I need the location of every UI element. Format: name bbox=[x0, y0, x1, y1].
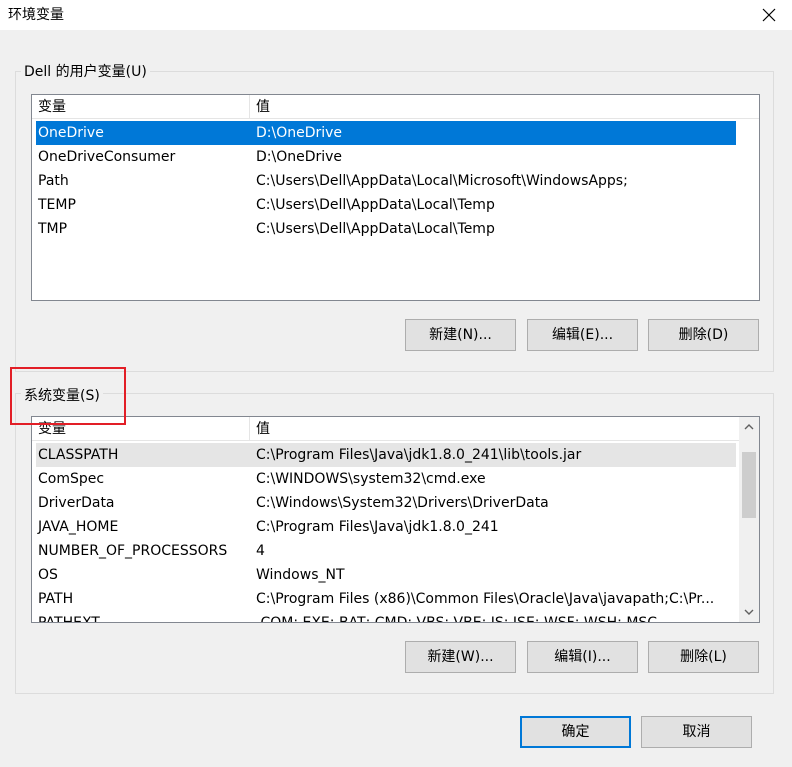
table-row[interactable]: TEMP C:\Users\Dell\AppData\Local\Temp bbox=[36, 193, 736, 217]
table-row[interactable]: ComSpec C:\WINDOWS\system32\cmd.exe bbox=[36, 467, 736, 491]
table-row[interactable]: OS Windows_NT bbox=[36, 563, 736, 587]
table-row[interactable]: OneDriveConsumer D:\OneDrive bbox=[36, 145, 736, 169]
user-edit-button[interactable]: 编辑(E)... bbox=[527, 319, 638, 351]
system-vars-list[interactable]: 变量 值 CLASSPATH C:\Program Files\Java\jdk1… bbox=[31, 416, 760, 623]
variable-value: C:\Windows\System32\Drivers\DriverData bbox=[256, 495, 549, 511]
variable-name: JAVA_HOME bbox=[38, 519, 119, 535]
chevron-up-icon bbox=[744, 424, 754, 430]
variable-value: C:\Users\Dell\AppData\Local\Temp bbox=[256, 197, 495, 213]
system-vars-header: 变量 值 bbox=[32, 417, 739, 441]
variable-value: .COM;.EXE;.BAT;.CMD;.VBS;.VBE;.JS;.JSE;.… bbox=[256, 615, 658, 623]
close-button[interactable] bbox=[746, 0, 792, 30]
system-edit-button[interactable]: 编辑(I)... bbox=[527, 641, 638, 673]
variable-name: PATHEXT bbox=[38, 615, 100, 623]
table-row[interactable]: JAVA_HOME C:\Program Files\Java\jdk1.8.0_… bbox=[36, 515, 736, 539]
variable-name: OS bbox=[38, 567, 58, 583]
user-vars-group-label: Dell 的用户变量(U) bbox=[21, 61, 150, 81]
column-header-variable[interactable]: 变量 bbox=[32, 95, 66, 119]
user-vars-header: 变量 值 bbox=[32, 95, 759, 119]
variable-value: C:\Users\Dell\AppData\Local\Temp bbox=[256, 221, 495, 237]
table-row[interactable]: Path C:\Users\Dell\AppData\Local\Microsof… bbox=[36, 169, 736, 193]
variable-value: D:\OneDrive bbox=[256, 125, 343, 141]
user-new-button[interactable]: 新建(N)... bbox=[405, 319, 516, 351]
table-row[interactable]: CLASSPATH C:\Program Files\Java\jdk1.8.0_… bbox=[36, 443, 736, 467]
variable-value: 4 bbox=[256, 543, 265, 559]
variable-name: OneDriveConsumer bbox=[38, 149, 176, 165]
user-delete-button[interactable]: 删除(D) bbox=[648, 319, 759, 351]
scroll-thumb[interactable] bbox=[742, 452, 756, 518]
column-header-value[interactable]: 值 bbox=[250, 417, 270, 441]
variable-value: C:\Program Files\Java\jdk1.8.0_241 bbox=[256, 519, 499, 535]
variable-name: TEMP bbox=[38, 197, 76, 213]
table-row[interactable]: NUMBER_OF_PROCESSORS 4 bbox=[36, 539, 736, 563]
variable-value: C:\Users\Dell\AppData\Local\Microsoft\Wi… bbox=[256, 173, 628, 189]
close-icon bbox=[762, 8, 776, 22]
variable-name: PATH bbox=[38, 591, 74, 607]
window-title: 环境变量 bbox=[8, 7, 64, 23]
table-row[interactable]: TMP C:\Users\Dell\AppData\Local\Temp bbox=[36, 217, 736, 241]
title-bar: 环境变量 bbox=[0, 0, 792, 30]
variable-name: Path bbox=[38, 173, 69, 189]
cancel-button[interactable]: 取消 bbox=[641, 716, 752, 748]
system-vars-scrollbar[interactable] bbox=[739, 417, 759, 622]
table-row[interactable]: PATH C:\Program Files (x86)\Common Files\… bbox=[36, 587, 736, 611]
variable-name: DriverData bbox=[38, 495, 115, 511]
ok-button[interactable]: 确定 bbox=[520, 716, 631, 748]
column-header-value[interactable]: 值 bbox=[250, 95, 270, 119]
table-row[interactable]: OneDrive D:\OneDrive bbox=[36, 121, 736, 145]
variable-name: TMP bbox=[38, 221, 68, 237]
variable-value: Windows_NT bbox=[256, 567, 345, 583]
chevron-down-icon bbox=[744, 609, 754, 615]
variable-value: C:\WINDOWS\system32\cmd.exe bbox=[256, 471, 486, 487]
variable-name: OneDrive bbox=[38, 125, 104, 141]
scroll-up-arrow[interactable] bbox=[739, 417, 759, 437]
variable-name: CLASSPATH bbox=[38, 447, 119, 463]
annotation-highlight-box bbox=[10, 367, 126, 425]
variable-value: D:\OneDrive bbox=[256, 149, 343, 165]
variable-value: C:\Program Files\Java\jdk1.8.0_241\lib\t… bbox=[256, 447, 582, 463]
system-new-button[interactable]: 新建(W)... bbox=[405, 641, 516, 673]
table-row[interactable]: DriverData C:\Windows\System32\Drivers\Dr… bbox=[36, 491, 736, 515]
user-vars-list[interactable]: 变量 值 OneDrive D:\OneDrive OneDriveConsumer… bbox=[31, 94, 760, 301]
system-delete-button[interactable]: 删除(L) bbox=[648, 641, 759, 673]
variable-name: ComSpec bbox=[38, 471, 105, 487]
variable-value: C:\Program Files (x86)\Common Files\Orac… bbox=[256, 591, 715, 607]
scroll-down-arrow[interactable] bbox=[739, 602, 759, 622]
table-row[interactable]: PATHEXT .COM;.EXE;.BAT;.CMD;.VBS;.VBE;.JS… bbox=[36, 611, 736, 623]
variable-name: NUMBER_OF_PROCESSORS bbox=[38, 543, 228, 559]
